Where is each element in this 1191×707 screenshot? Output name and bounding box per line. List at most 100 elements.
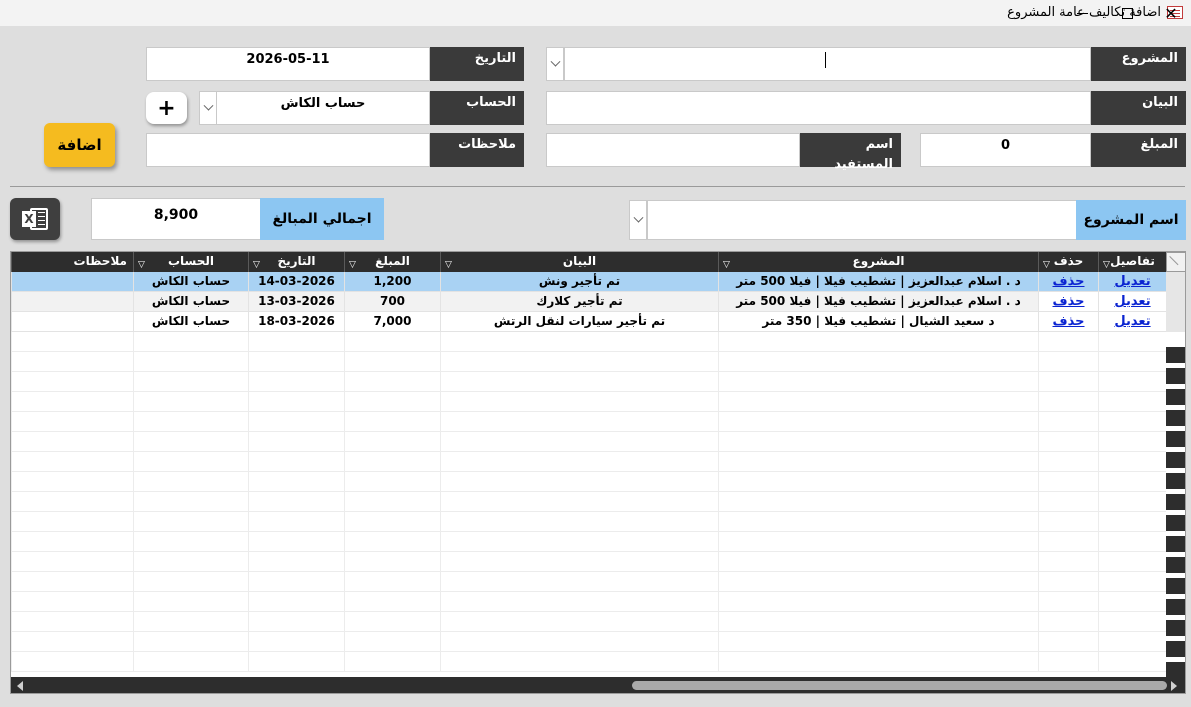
empty-row	[11, 492, 1166, 512]
record-selector[interactable]	[1166, 515, 1185, 531]
cell-statement: تم تأجير سيارات لنقل الرتش	[440, 312, 718, 332]
cell-project: د . اسلام عبدالعزيز | تشطيب فيلا | فيلا …	[718, 292, 1038, 312]
edit-link: تعديل	[1114, 274, 1151, 289]
record-selector[interactable]	[1166, 578, 1185, 594]
empty-row	[11, 532, 1166, 552]
delete-link: حذف	[1052, 274, 1085, 289]
record-selector[interactable]	[1166, 368, 1185, 384]
empty-row	[11, 392, 1166, 412]
record-selector[interactable]	[1166, 662, 1185, 678]
date-field[interactable]: 2026-05-11	[146, 47, 430, 81]
cell-statement: تم تأجير ونش	[440, 272, 718, 292]
column-header-project[interactable]: المشروع ▽	[718, 252, 1038, 272]
cell-statement: تم تأجير كلارك	[440, 292, 718, 312]
statement-label: البيان	[1090, 91, 1186, 125]
delete-link: حذف	[1052, 294, 1085, 309]
table-row[interactable]: تعديل حذف د . اسلام عبدالعزيز | تشطيب في…	[11, 292, 1166, 312]
table-row[interactable]: تعديل حذف د . اسلام عبدالعزيز | تشطيب في…	[11, 272, 1166, 292]
export-excel-button[interactable]: X	[10, 198, 60, 240]
maximize-icon	[1121, 7, 1133, 19]
expenses-table: تفاصيل ▽ حذف ▽ المشروع ▽ البيان ▽ المبلغ ▽ ال…	[10, 251, 1186, 694]
add-button[interactable]: اضافة	[44, 123, 115, 167]
account-dropdown-button[interactable]	[199, 91, 217, 125]
record-selector[interactable]	[1166, 494, 1185, 510]
select-all-corner[interactable]	[1166, 252, 1185, 272]
project-combo-input[interactable]	[564, 47, 1091, 81]
scroll-right-icon[interactable]	[1171, 681, 1177, 691]
account-label: الحساب	[429, 91, 524, 125]
column-header-details[interactable]: تفاصيل ▽	[1098, 252, 1166, 272]
cell-amount: 1,200	[344, 272, 440, 292]
cell-date: 18-03-2026	[248, 312, 344, 332]
empty-row	[11, 432, 1166, 452]
excel-export-icon: X	[22, 208, 48, 230]
record-selector[interactable]	[1166, 431, 1185, 447]
close-button[interactable]: ✕	[1148, 0, 1191, 26]
cell-account: حساب الكاش	[133, 292, 248, 312]
column-header-date[interactable]: التاريخ ▽	[248, 252, 344, 272]
project-filter-label: اسم المشروع	[1076, 200, 1186, 240]
delete-link: حذف	[1052, 314, 1085, 329]
record-selector[interactable]	[1166, 452, 1185, 468]
empty-row	[11, 372, 1166, 392]
empty-row	[11, 612, 1166, 632]
cell-project: د . اسلام عبدالعزيز | تشطيب فيلا | فيلا …	[718, 272, 1038, 292]
empty-row	[11, 512, 1166, 532]
cell-notes	[11, 292, 133, 312]
record-selector[interactable]	[1166, 473, 1185, 489]
column-header-delete[interactable]: حذف ▽	[1038, 252, 1098, 272]
record-selector[interactable]	[1166, 536, 1185, 552]
notes-label: ملاحظات	[429, 133, 524, 167]
cell-amount: 7,000	[344, 312, 440, 332]
cell-account: حساب الكاش	[133, 272, 248, 292]
minimize-button[interactable]	[1059, 0, 1105, 26]
record-selector[interactable]	[1166, 599, 1185, 615]
scroll-left-icon[interactable]	[17, 681, 23, 691]
project-dropdown-button[interactable]	[546, 47, 564, 81]
total-amount-value: 8,900	[91, 198, 261, 240]
cell-account: حساب الكاش	[133, 312, 248, 332]
notes-field[interactable]	[146, 133, 430, 167]
beneficiary-field[interactable]	[546, 133, 800, 167]
table-row[interactable]: تعديل حذف د سعيد الشيال | تشطيب فيلا | 3…	[11, 312, 1166, 332]
empty-row	[11, 592, 1166, 612]
empty-row	[11, 552, 1166, 572]
empty-row	[11, 452, 1166, 472]
add-account-button[interactable]: +	[146, 92, 187, 124]
edit-link: تعديل	[1114, 294, 1151, 309]
cell-date: 14-03-2026	[248, 272, 344, 292]
record-selector[interactable]	[1166, 272, 1185, 332]
record-selector[interactable]	[1166, 347, 1185, 363]
project-label: المشروع	[1090, 47, 1186, 81]
record-selector[interactable]	[1166, 620, 1185, 636]
total-amount-label: اجمالي المبالغ	[260, 198, 384, 240]
empty-row	[11, 632, 1166, 652]
record-selector[interactable]	[1166, 557, 1185, 573]
empty-row	[11, 652, 1166, 672]
column-header-account[interactable]: الحساب ▽	[133, 252, 248, 272]
horizontal-scrollbar[interactable]	[11, 677, 1185, 693]
maximize-button[interactable]	[1104, 0, 1150, 26]
project-filter-input[interactable]	[647, 200, 1077, 240]
record-selector[interactable]	[1166, 410, 1185, 426]
empty-row	[11, 352, 1166, 372]
divider	[10, 186, 1185, 187]
column-header-amount[interactable]: المبلغ ▽	[344, 252, 440, 272]
cell-date: 13-03-2026	[248, 292, 344, 312]
edit-link: تعديل	[1114, 314, 1151, 329]
empty-row	[11, 472, 1166, 492]
scrollbar-thumb[interactable]	[632, 681, 1167, 690]
beneficiary-label: اسم المستفيد	[799, 133, 901, 172]
project-filter-dropdown-button[interactable]	[629, 200, 647, 240]
amount-field[interactable]: 0	[920, 133, 1091, 167]
minimize-icon	[1076, 12, 1088, 14]
column-header-notes[interactable]: ملاحظات	[11, 252, 133, 272]
record-selector[interactable]	[1166, 389, 1185, 405]
account-combo-input[interactable]: حساب الكاش	[216, 91, 430, 125]
column-header-statement[interactable]: البيان ▽	[440, 252, 718, 272]
statement-field[interactable]	[546, 91, 1091, 125]
record-selector[interactable]	[1166, 641, 1185, 657]
text-cursor	[825, 52, 826, 68]
empty-row	[11, 572, 1166, 592]
cell-notes	[11, 272, 133, 292]
